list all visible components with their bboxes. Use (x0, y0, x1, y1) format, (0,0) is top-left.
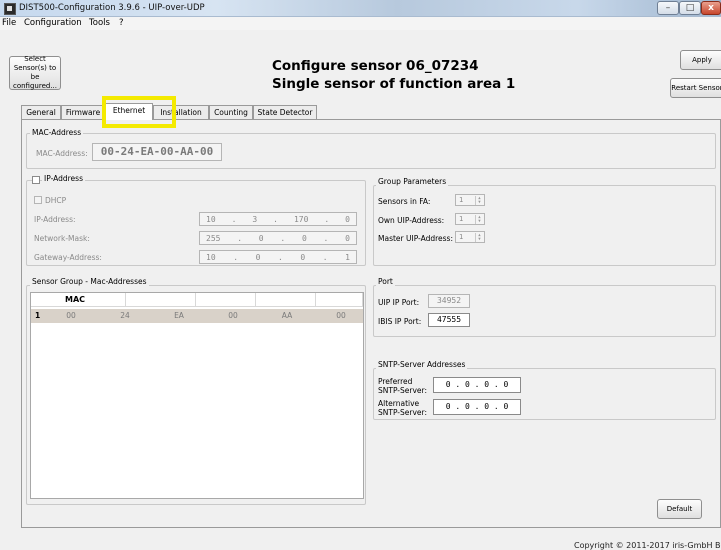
menu-tools[interactable]: Tools (89, 17, 110, 30)
column-divider (255, 293, 256, 307)
spinner-arrows-icon: ▲ ▼ (475, 215, 483, 224)
tab-firmware[interactable]: Firmware (61, 105, 105, 119)
sensor-group-title: Sensor Group - Mac-Addresses (30, 277, 149, 286)
sensors-in-fa-label: Sensors in FA: (378, 197, 431, 206)
tab-counting[interactable]: Counting (209, 105, 253, 119)
copyright-text: Copyright © 2011-2017 iris-GmbH Berlin (574, 541, 721, 550)
mac-column-header[interactable]: MAC (65, 293, 125, 307)
group-parameters-title: Group Parameters (376, 177, 449, 186)
menu-help[interactable]: ? (119, 17, 124, 30)
table-cell: 00 (66, 311, 76, 320)
dhcp-checkbox[interactable] (34, 196, 42, 204)
master-uip-value: 1 (459, 233, 464, 241)
alternative-sntp-field[interactable]: 0 . 0 . 0 . 0 (433, 399, 521, 415)
mask-octet-4: 0 (345, 233, 350, 243)
ibis-port-field[interactable]: 47555 (428, 313, 470, 327)
default-button[interactable]: Default (657, 499, 702, 519)
table-cell: AA (281, 311, 293, 320)
alternative-sntp-label-2: SNTP-Server: (378, 408, 428, 417)
ibis-port-label: IBIS IP Port: (378, 317, 422, 326)
title-bar[interactable]: DIST500-Configuration 3.9.6 - UIP-over-U… (0, 0, 721, 17)
table-cell: 00 (228, 311, 238, 320)
ip-octet-3: 170 (293, 214, 309, 224)
gateway-octet-3: 0 (300, 252, 306, 262)
mac-table[interactable]: MAC 1 00 24 EA 00 AA 00 (30, 292, 364, 499)
mask-octet-2: 0 (258, 233, 264, 243)
sensors-in-fa-value: 1 (459, 196, 464, 204)
own-uip-label: Own UIP-Address: (378, 216, 445, 225)
master-uip-label: Master UIP-Address: (378, 234, 453, 243)
menu-file[interactable]: File (2, 17, 16, 30)
mac-address-field: 00-24-EA-00-AA-00 (92, 143, 222, 161)
alternative-sntp-label-1: Alternative (378, 399, 420, 408)
menu-bar: File Configuration Tools ? (0, 17, 721, 30)
restart-sensor-button[interactable]: Restart Sensor (670, 78, 721, 98)
table-row[interactable]: 1 00 24 EA 00 AA 00 (31, 309, 363, 323)
table-cell: 00 (336, 311, 346, 320)
gateway-field: 10. 0. 0. 1 (199, 250, 357, 264)
preferred-sntp-label-1: Preferred (378, 377, 413, 386)
preferred-sntp-field[interactable]: 0 . 0 . 0 . 0 (433, 377, 521, 393)
ip-address-checkbox[interactable] (32, 176, 40, 184)
ip-label: IP-Address: (34, 215, 76, 224)
gateway-octet-4: 1 (345, 252, 350, 262)
gateway-octet-2: 0 (255, 252, 261, 262)
mac-address-label: MAC-Address: (36, 149, 88, 158)
ip-octet-1: 10 (206, 214, 216, 224)
port-group-title: Port (376, 277, 395, 286)
uip-port-label: UIP IP Port: (378, 298, 420, 307)
ip-address-field: 10. 3. 170. 0 (199, 212, 357, 226)
mask-label: Network-Mask: (34, 234, 90, 243)
tab-general[interactable]: General (21, 105, 61, 119)
mask-octet-3: 0 (301, 233, 307, 243)
close-button[interactable]: x (701, 1, 721, 15)
uip-port-field: 34952 (428, 294, 470, 308)
gateway-label: Gateway-Address: (34, 253, 102, 262)
column-divider (195, 293, 196, 307)
mask-octet-1: 255 (206, 233, 221, 243)
mac-address-group-title: MAC-Address (30, 128, 84, 137)
minimize-button[interactable]: – (657, 1, 679, 15)
column-divider (125, 293, 126, 307)
ip-address-group-title: IP-Address (42, 174, 85, 183)
table-cell: 24 (120, 311, 130, 320)
window-title: DIST500-Configuration 3.9.6 - UIP-over-U… (19, 3, 205, 13)
apply-button[interactable]: Apply (680, 50, 721, 70)
menu-configuration[interactable]: Configuration (24, 17, 82, 30)
ip-octet-2: 3 (252, 214, 258, 224)
column-divider (315, 293, 316, 307)
network-mask-field: 255. 0. 0. 0 (199, 231, 357, 245)
own-uip-spinner: 1 ▲ ▼ (455, 213, 485, 225)
preferred-sntp-label-2: SNTP-Server: (378, 386, 428, 395)
table-cell: EA (174, 311, 184, 320)
page-subtitle: Single sensor of function area 1 (272, 76, 516, 92)
row-number: 1 (35, 311, 41, 320)
maximize-button[interactable]: □ (679, 1, 701, 15)
tab-state-detector[interactable]: State Detector (253, 105, 317, 119)
dhcp-label: DHCP (45, 196, 67, 205)
port-group (373, 285, 716, 337)
spinner-arrows-icon: ▲ ▼ (475, 233, 483, 242)
sensors-in-fa-spinner: 1 ▲ ▼ (455, 194, 485, 206)
gateway-octet-1: 10 (206, 252, 216, 262)
app-icon (4, 3, 16, 15)
own-uip-value: 1 (459, 215, 464, 223)
sntp-group-title: SNTP-Server Addresses (376, 360, 468, 369)
page-title: Configure sensor 06_07234 (272, 58, 479, 74)
select-sensor-button[interactable]: Select Sensor(s) to be configured... (9, 55, 61, 90)
highlight-annotation (102, 96, 176, 128)
spinner-arrows-icon: ▲ ▼ (475, 196, 483, 205)
master-uip-spinner: 1 ▲ ▼ (455, 231, 485, 243)
ip-octet-4: 0 (345, 214, 350, 224)
